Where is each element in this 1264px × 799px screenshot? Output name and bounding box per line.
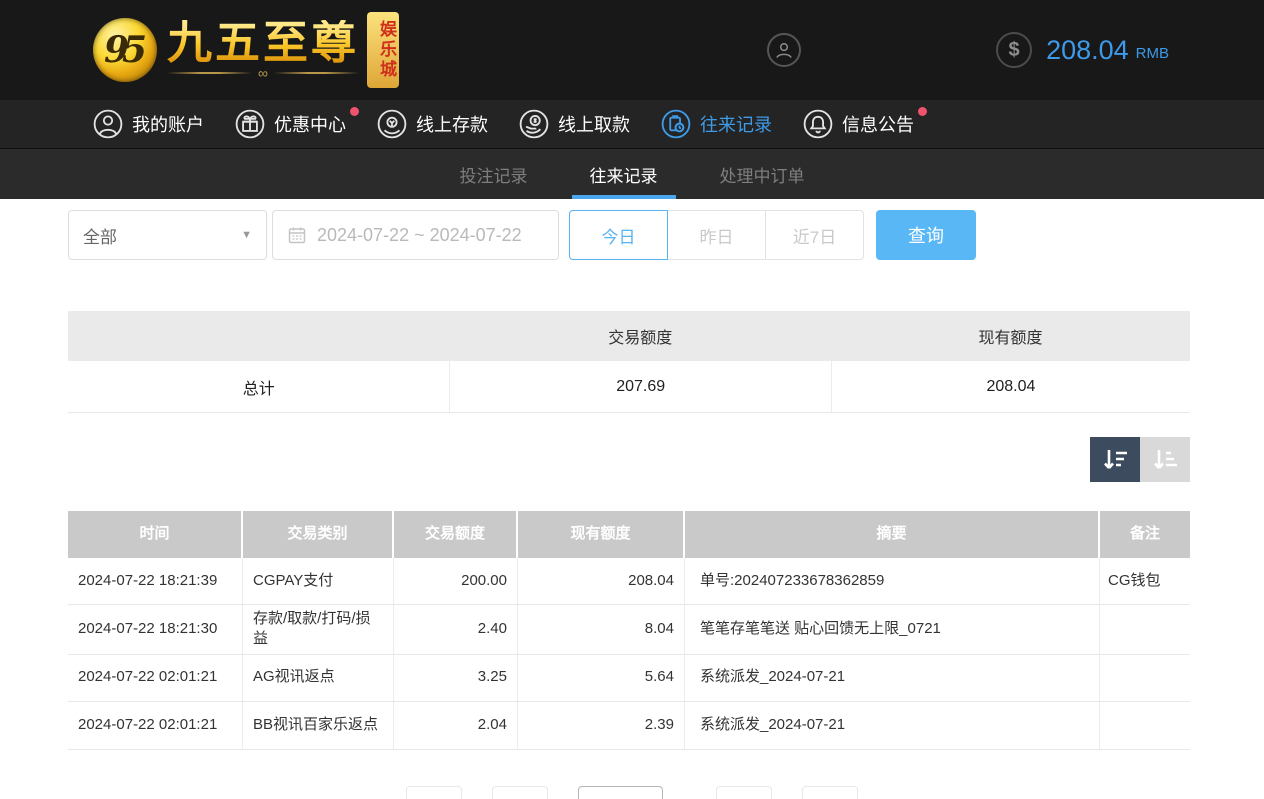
logo-emblem-icon: 95 [93, 18, 157, 82]
active-tab-underline [572, 195, 676, 199]
cell-type: CGPAY支付 [243, 558, 394, 604]
gift-icon [235, 109, 265, 139]
summary-transaction-total: 207.69 [449, 361, 830, 412]
table-row: 2024-07-22 18:21:39 CGPAY支付 200.00 208.0… [68, 558, 1190, 605]
table-row: 2024-07-22 18:21:30 存款/取款/打码/损益 2.40 8.0… [68, 605, 1190, 655]
dollar-coin-icon: $ [996, 32, 1032, 68]
records-clipboard-icon [661, 109, 691, 139]
page-total-label: /1 [673, 792, 686, 799]
summary-balance-total: 208.04 [831, 361, 1190, 412]
cell-balance: 208.04 [518, 558, 685, 604]
cell-summary: 单号:202407233678362859 [685, 558, 1100, 604]
cell-note: CG钱包 [1100, 558, 1190, 604]
last7days-button[interactable]: 近7日 [765, 210, 864, 260]
quick-date-group: 今日 昨日 近7日 [569, 210, 864, 260]
balance-currency: RMB [1136, 45, 1169, 62]
calendar-icon [287, 225, 307, 245]
nav-label: 线上取款 [558, 111, 630, 137]
table-row: 2024-07-22 02:01:21 BB视讯百家乐返点 2.04 2.39 … [68, 702, 1190, 749]
nav-label: 信息公告 [842, 111, 914, 137]
withdraw-hand-icon [519, 109, 549, 139]
tab-transaction-records[interactable]: 往来记录 [572, 149, 676, 199]
chevron-down-icon: ▼ [241, 229, 252, 241]
page-number-input[interactable] [578, 786, 663, 799]
cell-amount: 2.04 [394, 702, 518, 749]
filter-bar: 全部 ▼ 2024-07-22 ~ 2024-07-22 今日 昨日 近7日 查… [68, 210, 1264, 260]
cell-time: 2024-07-22 02:01:21 [68, 655, 243, 701]
user-icon [93, 109, 123, 139]
balance-amount: 208.04 [1046, 35, 1129, 66]
tab-pending-orders[interactable]: 处理中订单 [702, 149, 823, 199]
table-header-row: 时间 交易类别 交易额度 现有额度 摘要 备注 [68, 511, 1190, 558]
date-range-value: 2024-07-22 ~ 2024-07-22 [317, 225, 522, 246]
cell-amount: 3.25 [394, 655, 518, 701]
cell-type: 存款/取款/打码/损益 [243, 605, 394, 654]
cell-type: AG视讯返点 [243, 655, 394, 701]
last-page-button[interactable]: » [802, 786, 858, 799]
next-page-button[interactable]: › [716, 786, 772, 799]
summary-header-balance: 现有额度 [831, 311, 1190, 361]
logo-title: 九五至尊 [167, 20, 359, 65]
records-table: 时间 交易类别 交易额度 现有额度 摘要 备注 2024-07-22 18:21… [68, 511, 1190, 750]
main-nav: 我的账户 优惠中心 线上存款 线上取款 [0, 100, 1264, 149]
nav-label: 线上存款 [416, 111, 488, 137]
cell-balance: 8.04 [518, 605, 685, 654]
cell-note [1100, 702, 1190, 749]
summary-table: 交易额度 现有额度 总计 207.69 208.04 [68, 311, 1190, 413]
tab-betting-records[interactable]: 投注记录 [442, 149, 546, 199]
sort-controls [0, 437, 1190, 482]
prev-page-button[interactable]: ‹ [492, 786, 548, 799]
type-select[interactable]: 全部 ▼ [68, 210, 267, 260]
today-button[interactable]: 今日 [569, 210, 668, 260]
search-button[interactable]: 查询 [876, 210, 976, 260]
user-account-chip[interactable] [767, 33, 934, 67]
date-range-input[interactable]: 2024-07-22 ~ 2024-07-22 [272, 210, 559, 260]
logo-flourish-icon: ∞ [167, 65, 359, 81]
notification-dot [350, 107, 359, 116]
sub-tab-bar: 投注记录 往来记录 处理中订单 [0, 149, 1264, 199]
summary-total-row: 总计 207.69 208.04 [68, 361, 1190, 413]
balance-display: $ 208.04 RMB [996, 32, 1169, 68]
cell-summary: 笔笔存笔笔送 贴心回馈无上限_0721 [685, 605, 1100, 654]
bell-icon [803, 109, 833, 139]
nav-label: 优惠中心 [274, 111, 346, 137]
logo-badge: 娱乐城 [367, 12, 399, 88]
cell-time: 2024-07-22 18:21:39 [68, 558, 243, 604]
top-header: 95 九五至尊 ∞ 娱乐城 $ 208.04 RMB [0, 0, 1264, 100]
table-row: 2024-07-22 02:01:21 AG视讯返点 3.25 5.64 系统派… [68, 655, 1190, 702]
cell-amount: 2.40 [394, 605, 518, 654]
cell-time: 2024-07-22 02:01:21 [68, 702, 243, 749]
sort-amount-desc-icon[interactable] [1090, 437, 1140, 482]
cell-balance: 2.39 [518, 702, 685, 749]
nav-item-deposit[interactable]: 线上存款 [377, 109, 488, 139]
username-blurred [809, 38, 934, 62]
cell-note [1100, 655, 1190, 701]
summary-total-label: 总计 [68, 361, 449, 412]
site-logo[interactable]: 95 九五至尊 ∞ 娱乐城 [93, 12, 399, 88]
cell-type: BB视讯百家乐返点 [243, 702, 394, 749]
pagination: « ‹ /1 › » [0, 786, 1264, 799]
user-icon [767, 33, 801, 67]
nav-item-announcements[interactable]: 信息公告 [803, 109, 914, 139]
first-page-button[interactable]: « [406, 786, 462, 799]
cell-amount: 200.00 [394, 558, 518, 604]
cell-note [1100, 605, 1190, 654]
sort-amount-asc-icon[interactable] [1140, 437, 1190, 482]
cell-time: 2024-07-22 18:21:30 [68, 605, 243, 654]
summary-header-row: 交易额度 现有额度 [68, 311, 1190, 361]
cell-summary: 系统派发_2024-07-21 [685, 702, 1100, 749]
nav-label: 往来记录 [700, 111, 772, 137]
notification-dot [918, 107, 927, 116]
nav-item-withdraw[interactable]: 线上取款 [519, 109, 630, 139]
nav-item-transaction-records[interactable]: 往来记录 [661, 109, 772, 139]
nav-label: 我的账户 [132, 111, 204, 137]
cell-balance: 5.64 [518, 655, 685, 701]
nav-item-promotions[interactable]: 优惠中心 [235, 109, 346, 139]
nav-item-my-account[interactable]: 我的账户 [93, 109, 204, 139]
yesterday-button[interactable]: 昨日 [667, 210, 766, 260]
cell-summary: 系统派发_2024-07-21 [685, 655, 1100, 701]
summary-header-transaction: 交易额度 [449, 311, 830, 361]
deposit-coin-icon [377, 109, 407, 139]
type-select-value: 全部 [83, 223, 117, 248]
